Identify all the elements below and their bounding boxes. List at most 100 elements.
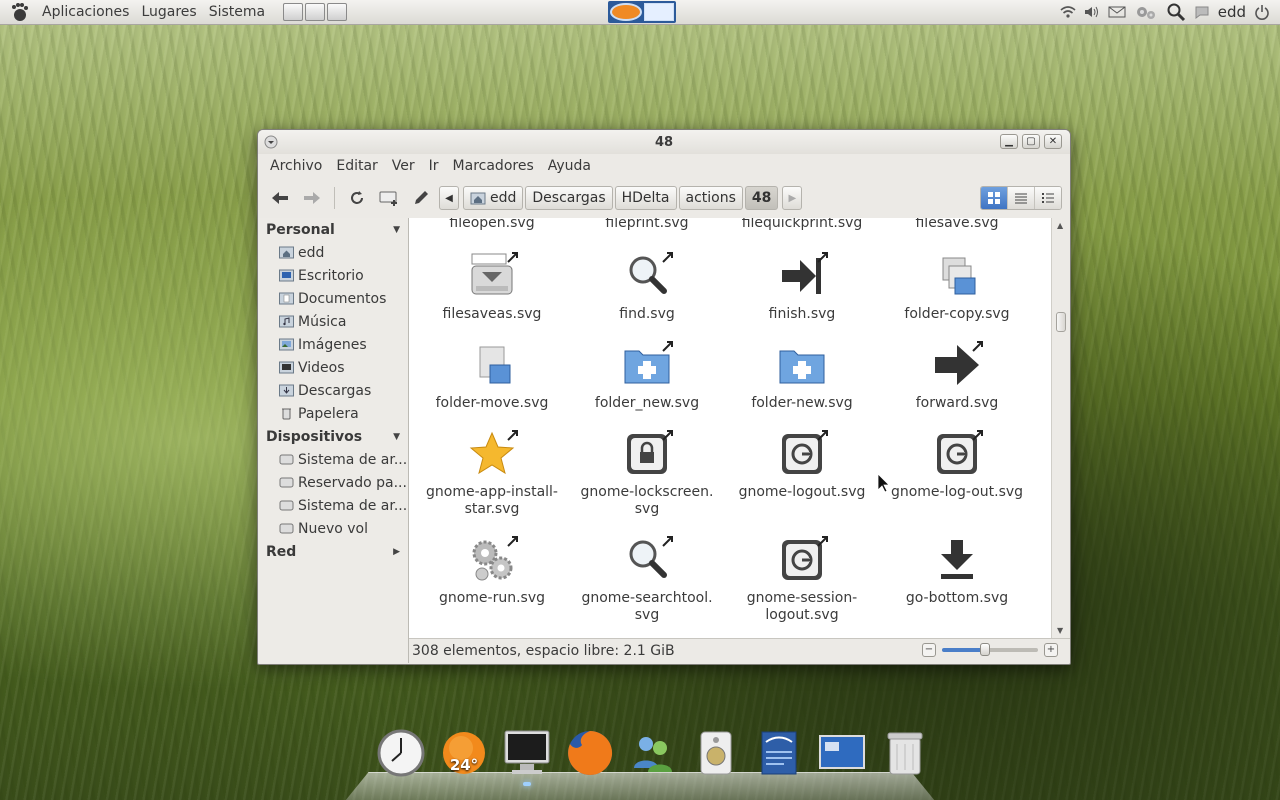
file-item[interactable]: find.svg — [572, 252, 722, 323]
file-item[interactable]: folder_new.svg — [572, 341, 722, 412]
zoom-in-button[interactable]: + — [1044, 643, 1058, 657]
edit-location-button[interactable] — [407, 185, 435, 211]
file-item[interactable]: gnome-searchtool. svg — [572, 536, 722, 624]
gnome-foot-icon[interactable] — [8, 1, 30, 23]
user-name[interactable]: edd — [1218, 3, 1246, 21]
minimize-button[interactable]: ▁ — [1000, 134, 1018, 149]
workspace-2[interactable] — [644, 3, 674, 21]
forward-button[interactable] — [298, 185, 326, 211]
speaker-icon — [700, 731, 732, 775]
file-item[interactable]: filesaveas.svg — [417, 252, 567, 323]
sidebar-item-documentos[interactable]: Documentos — [258, 287, 408, 310]
sidebar-item-papelera[interactable]: Papelera — [258, 402, 408, 425]
power-icon[interactable] — [1254, 4, 1270, 20]
mail-icon[interactable] — [1108, 5, 1126, 19]
crumb-actions[interactable]: actions — [678, 186, 743, 210]
menu-ayuda[interactable]: Ayuda — [542, 156, 597, 176]
menu-ver[interactable]: Ver — [386, 156, 421, 176]
sidebar-item-device-4[interactable]: Nuevo vol — [258, 517, 408, 540]
sidebar-header-dispositivos[interactable]: Dispositivos ▼ — [258, 425, 408, 448]
icon-view-button[interactable] — [981, 187, 1008, 209]
launcher-2[interactable] — [305, 3, 326, 21]
dock-openoffice[interactable] — [754, 728, 804, 778]
sidebar-item-imagenes[interactable]: Imágenes — [258, 333, 408, 356]
trash-icon — [887, 732, 923, 775]
zoom-slider[interactable] — [942, 643, 1038, 656]
path-left-button[interactable]: ◀ — [439, 186, 459, 210]
file-item[interactable]: folder-copy.svg — [882, 252, 1032, 323]
sidebar-item-edd[interactable]: edd — [258, 241, 408, 264]
menu-aplicaciones[interactable]: Aplicaciones — [36, 4, 135, 20]
menu-lugares[interactable]: Lugares — [135, 4, 202, 20]
crumb-hdelta[interactable]: HDelta — [614, 186, 677, 210]
titlebar[interactable]: 48 ▁ ▢ ✕ — [258, 130, 1070, 154]
crumb-descargas[interactable]: Descargas — [525, 186, 613, 210]
reload-button[interactable] — [343, 185, 371, 211]
scroll-up-arrow-icon[interactable]: ▲ — [1057, 221, 1063, 230]
back-button[interactable] — [266, 185, 294, 211]
vertical-scrollbar[interactable]: ▲ ▼ — [1051, 218, 1070, 638]
sidebar-header-red[interactable]: Red ▶ — [258, 540, 408, 563]
file-item[interactable]: fileprint.svg — [572, 218, 722, 232]
wifi-icon[interactable] — [1060, 5, 1076, 19]
crumb-home[interactable]: edd — [463, 186, 524, 210]
dock-speaker[interactable] — [691, 728, 741, 778]
file-item[interactable]: forward.svg — [882, 341, 1032, 412]
window-menu-icon[interactable] — [264, 135, 278, 149]
dock-computer[interactable] — [502, 728, 552, 786]
file-item[interactable]: go-bottom.svg — [882, 536, 1032, 607]
workspace-switcher[interactable] — [608, 1, 676, 23]
sidebar-item-device-3[interactable]: Sistema de ar... — [258, 494, 408, 517]
menu-editar[interactable]: Editar — [330, 156, 383, 176]
menu-ir[interactable]: Ir — [423, 156, 445, 176]
volume-icon[interactable] — [1084, 5, 1100, 19]
settings-gears-icon[interactable] — [1134, 3, 1158, 21]
sidebar-item-videos[interactable]: Videos — [258, 356, 408, 379]
dock-trash[interactable] — [880, 728, 930, 778]
file-item[interactable]: gnome-run.svg — [417, 536, 567, 607]
scroll-down-arrow-icon[interactable]: ▼ — [1057, 626, 1063, 635]
dock-messenger[interactable] — [628, 728, 678, 778]
link-emblem-icon — [662, 430, 673, 441]
file-item[interactable]: finish.svg — [727, 252, 877, 323]
search-icon[interactable] — [1166, 2, 1186, 22]
maximize-button[interactable]: ▢ — [1022, 134, 1040, 149]
sidebar-item-escritorio[interactable]: Escritorio — [258, 264, 408, 287]
launcher-3[interactable] — [327, 3, 348, 21]
sidebar-item-device-2[interactable]: Reservado pa... — [258, 471, 408, 494]
sidebar-item-musica[interactable]: Música — [258, 310, 408, 333]
file-item[interactable]: gnome-logout.svg — [727, 430, 877, 501]
compact-view-button[interactable] — [1035, 187, 1061, 209]
dock-clock[interactable] — [376, 728, 426, 778]
computer-button[interactable] — [375, 185, 403, 211]
file-item[interactable]: fileopen.svg — [417, 218, 567, 232]
file-item[interactable]: folder-move.svg — [417, 341, 567, 412]
file-item[interactable]: filequickprint.svg — [727, 218, 877, 232]
zoom-knob[interactable] — [980, 643, 991, 656]
launcher-1[interactable] — [283, 3, 304, 21]
dock-desktop[interactable] — [817, 728, 867, 778]
list-view-button[interactable] — [1008, 187, 1035, 209]
sidebar-item-descargas[interactable]: Descargas — [258, 379, 408, 402]
file-item[interactable]: folder-new.svg — [727, 341, 877, 412]
dock-firefox[interactable] — [565, 728, 615, 778]
file-item[interactable]: filesave.svg — [882, 218, 1032, 232]
menu-sistema[interactable]: Sistema — [203, 4, 271, 20]
file-item[interactable]: gnome-app-install-star.svg — [417, 430, 567, 518]
crumb-current[interactable]: 48 — [744, 186, 779, 210]
scroll-thumb[interactable] — [1056, 312, 1066, 332]
zoom-out-button[interactable]: − — [922, 643, 936, 657]
workspace-1[interactable] — [610, 3, 642, 21]
close-button[interactable]: ✕ — [1044, 134, 1062, 149]
dock-weather[interactable]: 24° — [439, 728, 489, 778]
sidebar-item-device-1[interactable]: Sistema de ar... — [258, 448, 408, 471]
file-item[interactable]: gnome-session-logout.svg — [727, 536, 877, 624]
drive-icon — [279, 477, 294, 488]
path-right-button[interactable]: ▶ — [782, 186, 803, 210]
menu-archivo[interactable]: Archivo — [264, 156, 328, 176]
chat-icon[interactable] — [1194, 5, 1210, 19]
file-item[interactable]: gnome-log-out.svg — [882, 430, 1032, 501]
sidebar-header-personal[interactable]: Personal ▼ — [258, 218, 408, 241]
menu-marcadores[interactable]: Marcadores — [447, 156, 540, 176]
file-item[interactable]: gnome-lockscreen. svg — [572, 430, 722, 518]
